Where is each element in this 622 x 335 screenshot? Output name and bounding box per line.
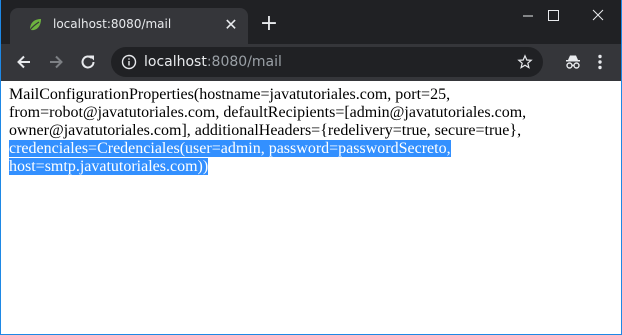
output-line: MailConfigurationProperties(hostname=jav… bbox=[9, 86, 451, 103]
toolbar: localhost:8080/mail bbox=[1, 44, 621, 81]
active-tab[interactable]: localhost:8080/mail ✕ bbox=[10, 8, 248, 44]
tab-title: localhost:8080/mail bbox=[53, 17, 172, 31]
output-line: owner@javatutoriales.com], additionalHea… bbox=[9, 122, 522, 139]
page-content: MailConfigurationProperties(hostname=jav… bbox=[1, 81, 621, 334]
browser-window: localhost:8080/mail ✕ + localhost:8080/m… bbox=[1, 0, 621, 334]
maximize-icon[interactable] bbox=[530, 0, 576, 32]
selected-text: credenciales=Credenciales(user=admin, pa… bbox=[9, 140, 451, 157]
close-icon[interactable]: ✕ bbox=[223, 17, 239, 33]
url-path: :8080/mail bbox=[206, 54, 282, 70]
title-bar: localhost:8080/mail ✕ + bbox=[1, 0, 621, 44]
star-icon[interactable] bbox=[517, 54, 533, 70]
plus-icon[interactable]: + bbox=[259, 13, 279, 35]
back-arrow-icon[interactable] bbox=[14, 52, 34, 72]
config-output-text: MailConfigurationProperties(hostname=jav… bbox=[9, 86, 609, 176]
selected-text: host=smtp.javatutoriales.com)) bbox=[9, 158, 209, 175]
output-line: from=robot@javatutoriales.com, defaultRe… bbox=[9, 104, 527, 121]
forward-arrow-icon[interactable] bbox=[46, 52, 66, 72]
close-window-icon[interactable] bbox=[575, 0, 621, 32]
address-bar[interactable]: localhost:8080/mail bbox=[111, 47, 543, 77]
incognito-icon[interactable] bbox=[563, 52, 583, 72]
url-host: localhost bbox=[144, 54, 207, 70]
info-icon[interactable] bbox=[121, 54, 137, 70]
kebab-menu-icon[interactable] bbox=[590, 52, 610, 72]
reload-icon[interactable] bbox=[78, 52, 98, 72]
leaf-favicon-icon bbox=[29, 19, 41, 31]
url-text[interactable]: localhost:8080/mail bbox=[144, 54, 282, 70]
